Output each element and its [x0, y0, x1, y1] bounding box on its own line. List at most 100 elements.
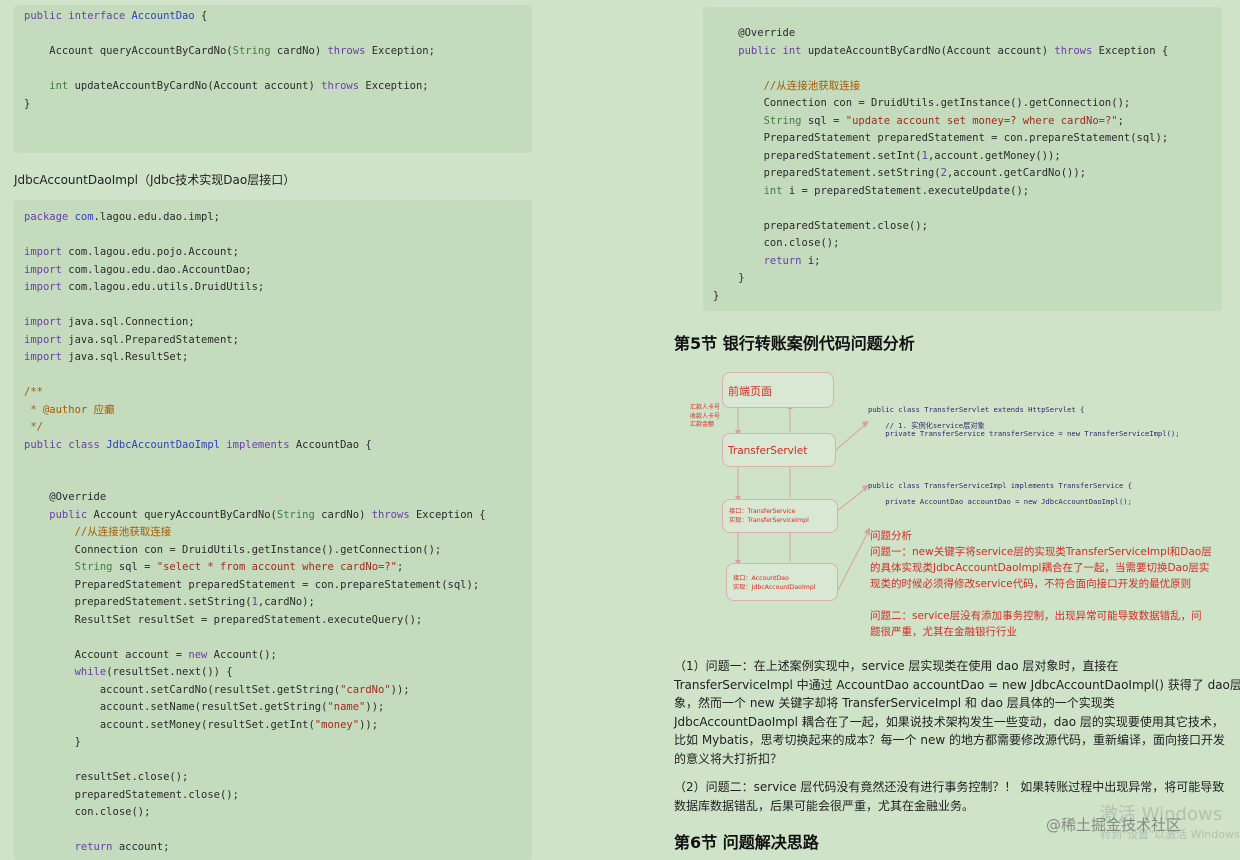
code-line: String sql = "update account set money=?…: [713, 114, 1124, 128]
box-front-label: 前端页面: [728, 385, 772, 398]
code-line: public class JdbcAccountDaoImpl implemen…: [24, 438, 372, 452]
code-token: "select * from account where cardNo=?": [156, 561, 397, 573]
paragraph-problem-one: （1）问题一：在上述案例实现中，service 层实现类在使用 dao 层对象时…: [674, 659, 1240, 766]
code-token: (resultSet.next()) {: [106, 666, 233, 678]
box-front-page: 前端页面: [722, 372, 834, 408]
code-token: }: [713, 289, 720, 302]
code-line: }: [713, 289, 719, 303]
code-token: ,account.getMoney());: [927, 149, 1061, 162]
code-token: com.lagou.edu.utils.DruidUtils;: [61, 281, 265, 293]
code-token: import: [24, 263, 62, 276]
code-token: ResultSet resultSet = preparedStatement.…: [24, 613, 423, 626]
code-line: import com.lagou.edu.dao.AccountDao;: [24, 263, 252, 277]
code-token: Account();: [207, 648, 277, 661]
code-token: PreparedStatement preparedStatement = co…: [713, 132, 1169, 144]
code-token: preparedStatement.close();: [713, 219, 928, 232]
code-token: throws: [1054, 44, 1093, 57]
code-token: ,account.getCardNo());: [946, 167, 1086, 179]
code-line: account.setName(resultSet.getString("nam…: [24, 700, 385, 714]
code-line: Connection con = DruidUtils.getInstance(…: [713, 96, 1131, 110]
box-transfer-servlet: TransferServlet: [722, 433, 836, 467]
code-token: "name": [327, 701, 366, 713]
code-token: public: [24, 508, 88, 521]
code-token: preparedStatement.setInt(: [713, 149, 922, 162]
code-token: import: [24, 281, 62, 293]
code-token: AccountDao: [131, 10, 195, 22]
code-line: con.close();: [713, 236, 840, 250]
architecture-diagram: 前端页面 汇款人卡号 收款人卡号 汇款金额 TransferServlet 接口…: [670, 362, 1230, 644]
caption-jdbc-impl: JdbcAccountDaoImpl（Jdbc技术实现Dao层接口）: [14, 173, 296, 187]
code-token: updateAccountByCardNo(Account account): [68, 80, 322, 93]
section-5-title: 第5节 银行转账案例代码问题分析: [674, 334, 915, 353]
code-token: java.sql.ResultSet;: [61, 351, 189, 363]
code-token: ));: [359, 718, 379, 731]
code-token: Account queryAccountByCardNo(: [87, 508, 277, 521]
code-line: ResultSet resultSet = preparedStatement.…: [24, 613, 423, 627]
code-token: import: [24, 316, 62, 328]
code-line: public Account queryAccountByCardNo(Stri…: [24, 508, 485, 522]
code-token: throws: [371, 508, 410, 521]
code-token: Exception;: [359, 80, 429, 93]
code-token: Exception;: [365, 45, 435, 58]
code-token: }: [24, 98, 31, 110]
code-token: com: [74, 211, 94, 223]
code-token: account.setName(resultSet.getString(: [24, 701, 328, 713]
code-token: String: [232, 45, 271, 58]
section-6-title: 第6节 问题解决思路: [674, 833, 819, 852]
code-line: preparedStatement.setString(1,cardNo);: [24, 595, 315, 609]
code-token: Account queryAccountByCardNo(: [24, 45, 233, 58]
code-line: PreparedStatement preparedStatement = co…: [24, 578, 480, 592]
code-token: account.setCardNo(resultSet.getString(: [24, 683, 341, 696]
code-token: throws: [321, 80, 360, 93]
code-line: public int updateAccountByCardNo(Account…: [713, 44, 1168, 58]
code-token: Connection con = DruidUtils.getInstance(…: [24, 543, 442, 556]
code-token: ;: [1117, 114, 1124, 127]
code-token: {: [194, 10, 208, 22]
code-line: preparedStatement.close();: [713, 219, 928, 233]
code-token: String: [24, 561, 113, 573]
code-token: */: [24, 421, 43, 433]
code-token: int: [24, 80, 69, 93]
box-service-label: 接口：TransferService 实现：TransferServiceImp…: [729, 508, 809, 524]
code-line: import java.sql.PreparedStatement;: [24, 333, 239, 347]
code-token: String: [713, 114, 802, 127]
code-token: preparedStatement.setString(: [713, 167, 941, 179]
diagram-code-servlet: public class TransferServlet extends Htt…: [868, 405, 1180, 438]
code-token: preparedStatement.close();: [24, 788, 239, 801]
code-token: java.sql.Connection;: [61, 316, 195, 328]
code-line: return account;: [24, 840, 170, 854]
code-token: @Override: [24, 491, 107, 503]
code-line: Account queryAccountByCardNo(String card…: [24, 44, 435, 58]
watermark-site: @稀土掘金技术社区: [1046, 816, 1182, 834]
code-token: int: [713, 184, 783, 197]
code-token: ));: [390, 683, 410, 696]
code-token: i;: [801, 254, 821, 267]
code-line: @Override: [24, 490, 106, 504]
code-token: com.lagou.edu.pojo.Account;: [61, 246, 239, 258]
code-token: }: [24, 736, 81, 748]
code-token: String: [276, 508, 315, 521]
code-line: import java.sql.Connection;: [24, 315, 195, 329]
code-token: public int: [713, 44, 802, 57]
code-token: con.close();: [24, 806, 151, 818]
code-line: }: [713, 271, 744, 285]
code-token: while: [24, 666, 107, 678]
code-line: //从连接池获取连接: [24, 525, 172, 539]
code-token: PreparedStatement preparedStatement = co…: [24, 578, 480, 591]
params-label: 汇款人卡号 收款人卡号 汇款金额: [690, 404, 721, 428]
code-token: sql =: [801, 114, 846, 127]
code-token: new: [188, 648, 208, 661]
code-token: i = preparedStatement.executeUpdate();: [782, 184, 1030, 197]
code-line: int updateAccountByCardNo(Account accoun…: [24, 79, 429, 93]
code-token: import: [24, 351, 62, 363]
code-token: import: [24, 333, 62, 346]
code-token: java.sql.PreparedStatement;: [61, 333, 239, 346]
code-token: cardNo): [270, 45, 328, 58]
code-line: preparedStatement.setString(2,account.ge…: [713, 166, 1086, 180]
code-token: @Override: [713, 27, 796, 39]
code-token: import: [24, 246, 62, 258]
code-line: }: [24, 97, 30, 111]
code-line: import com.lagou.edu.utils.DruidUtils;: [24, 280, 264, 294]
code-line: //从连接池获取连接: [713, 79, 861, 93]
code-token: con.close();: [713, 237, 840, 249]
